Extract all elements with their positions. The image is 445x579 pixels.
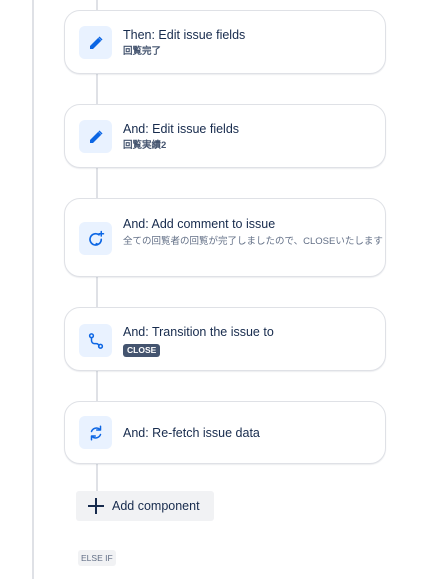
status-lozenge: CLOSE <box>123 344 161 357</box>
action-title: And: Re-fetch issue data <box>123 426 260 440</box>
action-title: And: Add comment to issue <box>123 217 276 231</box>
action-card-edit-fields[interactable]: Then: Edit issue fields 回覧完了 <box>64 10 386 74</box>
flow-connector <box>96 276 98 307</box>
pencil-icon <box>79 120 112 153</box>
pencil-icon <box>79 26 112 59</box>
plus-icon <box>88 498 104 514</box>
action-title: And: Transition the issue to <box>123 325 274 339</box>
action-card-edit-fields[interactable]: And: Edit issue fields 回覧実績2 <box>64 104 386 168</box>
flow-connector <box>96 371 98 401</box>
action-card-refetch[interactable]: And: Re-fetch issue data <box>64 401 386 464</box>
flow-connector <box>96 463 98 491</box>
action-card-transition[interactable]: And: Transition the issue to CLOSE <box>64 307 386 371</box>
action-description: 全ての回覧者の回覧が完了しましたので、CLOSEいたします <box>123 236 383 247</box>
action-subtitle: 回覧完了 <box>123 46 162 57</box>
action-title: And: Edit issue fields <box>123 122 240 136</box>
branch-rule-line <box>32 0 34 579</box>
add-component-label: Add component <box>112 499 200 513</box>
transition-icon <box>79 324 112 357</box>
add-component-button[interactable]: Add component <box>76 491 214 521</box>
action-title: Then: Edit issue fields <box>123 28 246 42</box>
flow-connector <box>96 73 98 104</box>
comment-add-icon <box>79 222 112 255</box>
flow-connector <box>96 168 98 198</box>
action-subtitle: 回覧実績2 <box>123 140 167 151</box>
flow-connector <box>96 0 98 10</box>
refresh-icon <box>79 416 112 449</box>
else-if-badge[interactable]: ELSE IF <box>78 550 116 566</box>
action-card-add-comment[interactable]: And: Add comment to issue 全ての回覧者の回覧が完了しま… <box>64 198 386 277</box>
